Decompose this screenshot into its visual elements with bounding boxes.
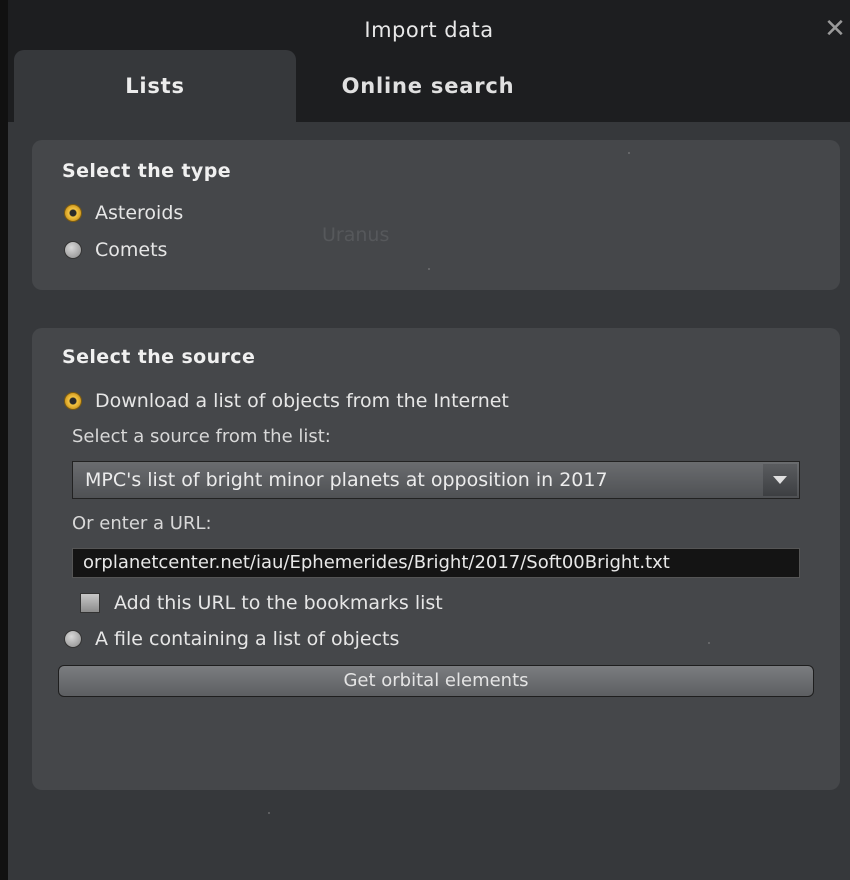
background-sky-label: Uranus [322, 224, 390, 246]
star-speck [268, 812, 270, 814]
tab-lists[interactable]: Lists [14, 50, 296, 122]
close-icon[interactable]: ✕ [822, 14, 848, 44]
chevron-down-icon[interactable] [763, 464, 797, 496]
type-panel: Select the type Uranus Asteroids Comets [32, 140, 840, 290]
radio-unchecked-icon[interactable] [64, 630, 82, 648]
type-panel-title: Select the type [62, 160, 231, 182]
bookmark-checkbox-label: Add this URL to the bookmarks list [114, 592, 443, 614]
radio-asteroids[interactable]: Asteroids [64, 202, 183, 224]
tab-bar: Lists Online search [8, 50, 850, 122]
radio-comets[interactable]: Comets [64, 239, 167, 261]
radio-comets-label: Comets [95, 239, 168, 261]
star-speck [628, 152, 630, 154]
radio-file-label: A file containing a list of objects [95, 628, 400, 650]
radio-unchecked-icon[interactable] [64, 241, 82, 259]
radio-checked-icon[interactable] [64, 204, 82, 222]
radio-checked-icon[interactable] [64, 392, 82, 410]
radio-asteroids-label: Asteroids [95, 202, 184, 224]
tab-online-search[interactable]: Online search [298, 50, 558, 122]
star-speck [708, 642, 710, 644]
radio-download-label: Download a list of objects from the Inte… [95, 390, 509, 412]
get-orbital-elements-button[interactable]: Get orbital elements [58, 665, 814, 697]
window-title: Import data [364, 18, 494, 42]
bookmark-checkbox[interactable] [80, 593, 100, 613]
source-dropdown-value: MPC's list of bright minor planets at op… [85, 469, 608, 491]
source-panel-title: Select the source [62, 346, 256, 368]
tab-content: Select the type Uranus Asteroids Comets … [8, 122, 850, 880]
star-speck [428, 268, 430, 270]
source-dropdown[interactable]: MPC's list of bright minor planets at op… [72, 461, 800, 499]
import-data-window: Import data ✕ Lists Online search Select… [0, 0, 850, 880]
bookmark-checkbox-row[interactable]: Add this URL to the bookmarks list [80, 592, 443, 614]
source-panel: Select the source Download a list of obj… [32, 328, 840, 790]
window-left-edge [0, 0, 8, 880]
radio-download-internet[interactable]: Download a list of objects from the Inte… [64, 390, 509, 412]
url-label: Or enter a URL: [72, 513, 212, 534]
source-list-label: Select a source from the list: [72, 426, 331, 447]
radio-file[interactable]: A file containing a list of objects [64, 628, 399, 650]
url-input[interactable]: orplanetcenter.net/iau/Ephemerides/Brigh… [72, 548, 800, 578]
